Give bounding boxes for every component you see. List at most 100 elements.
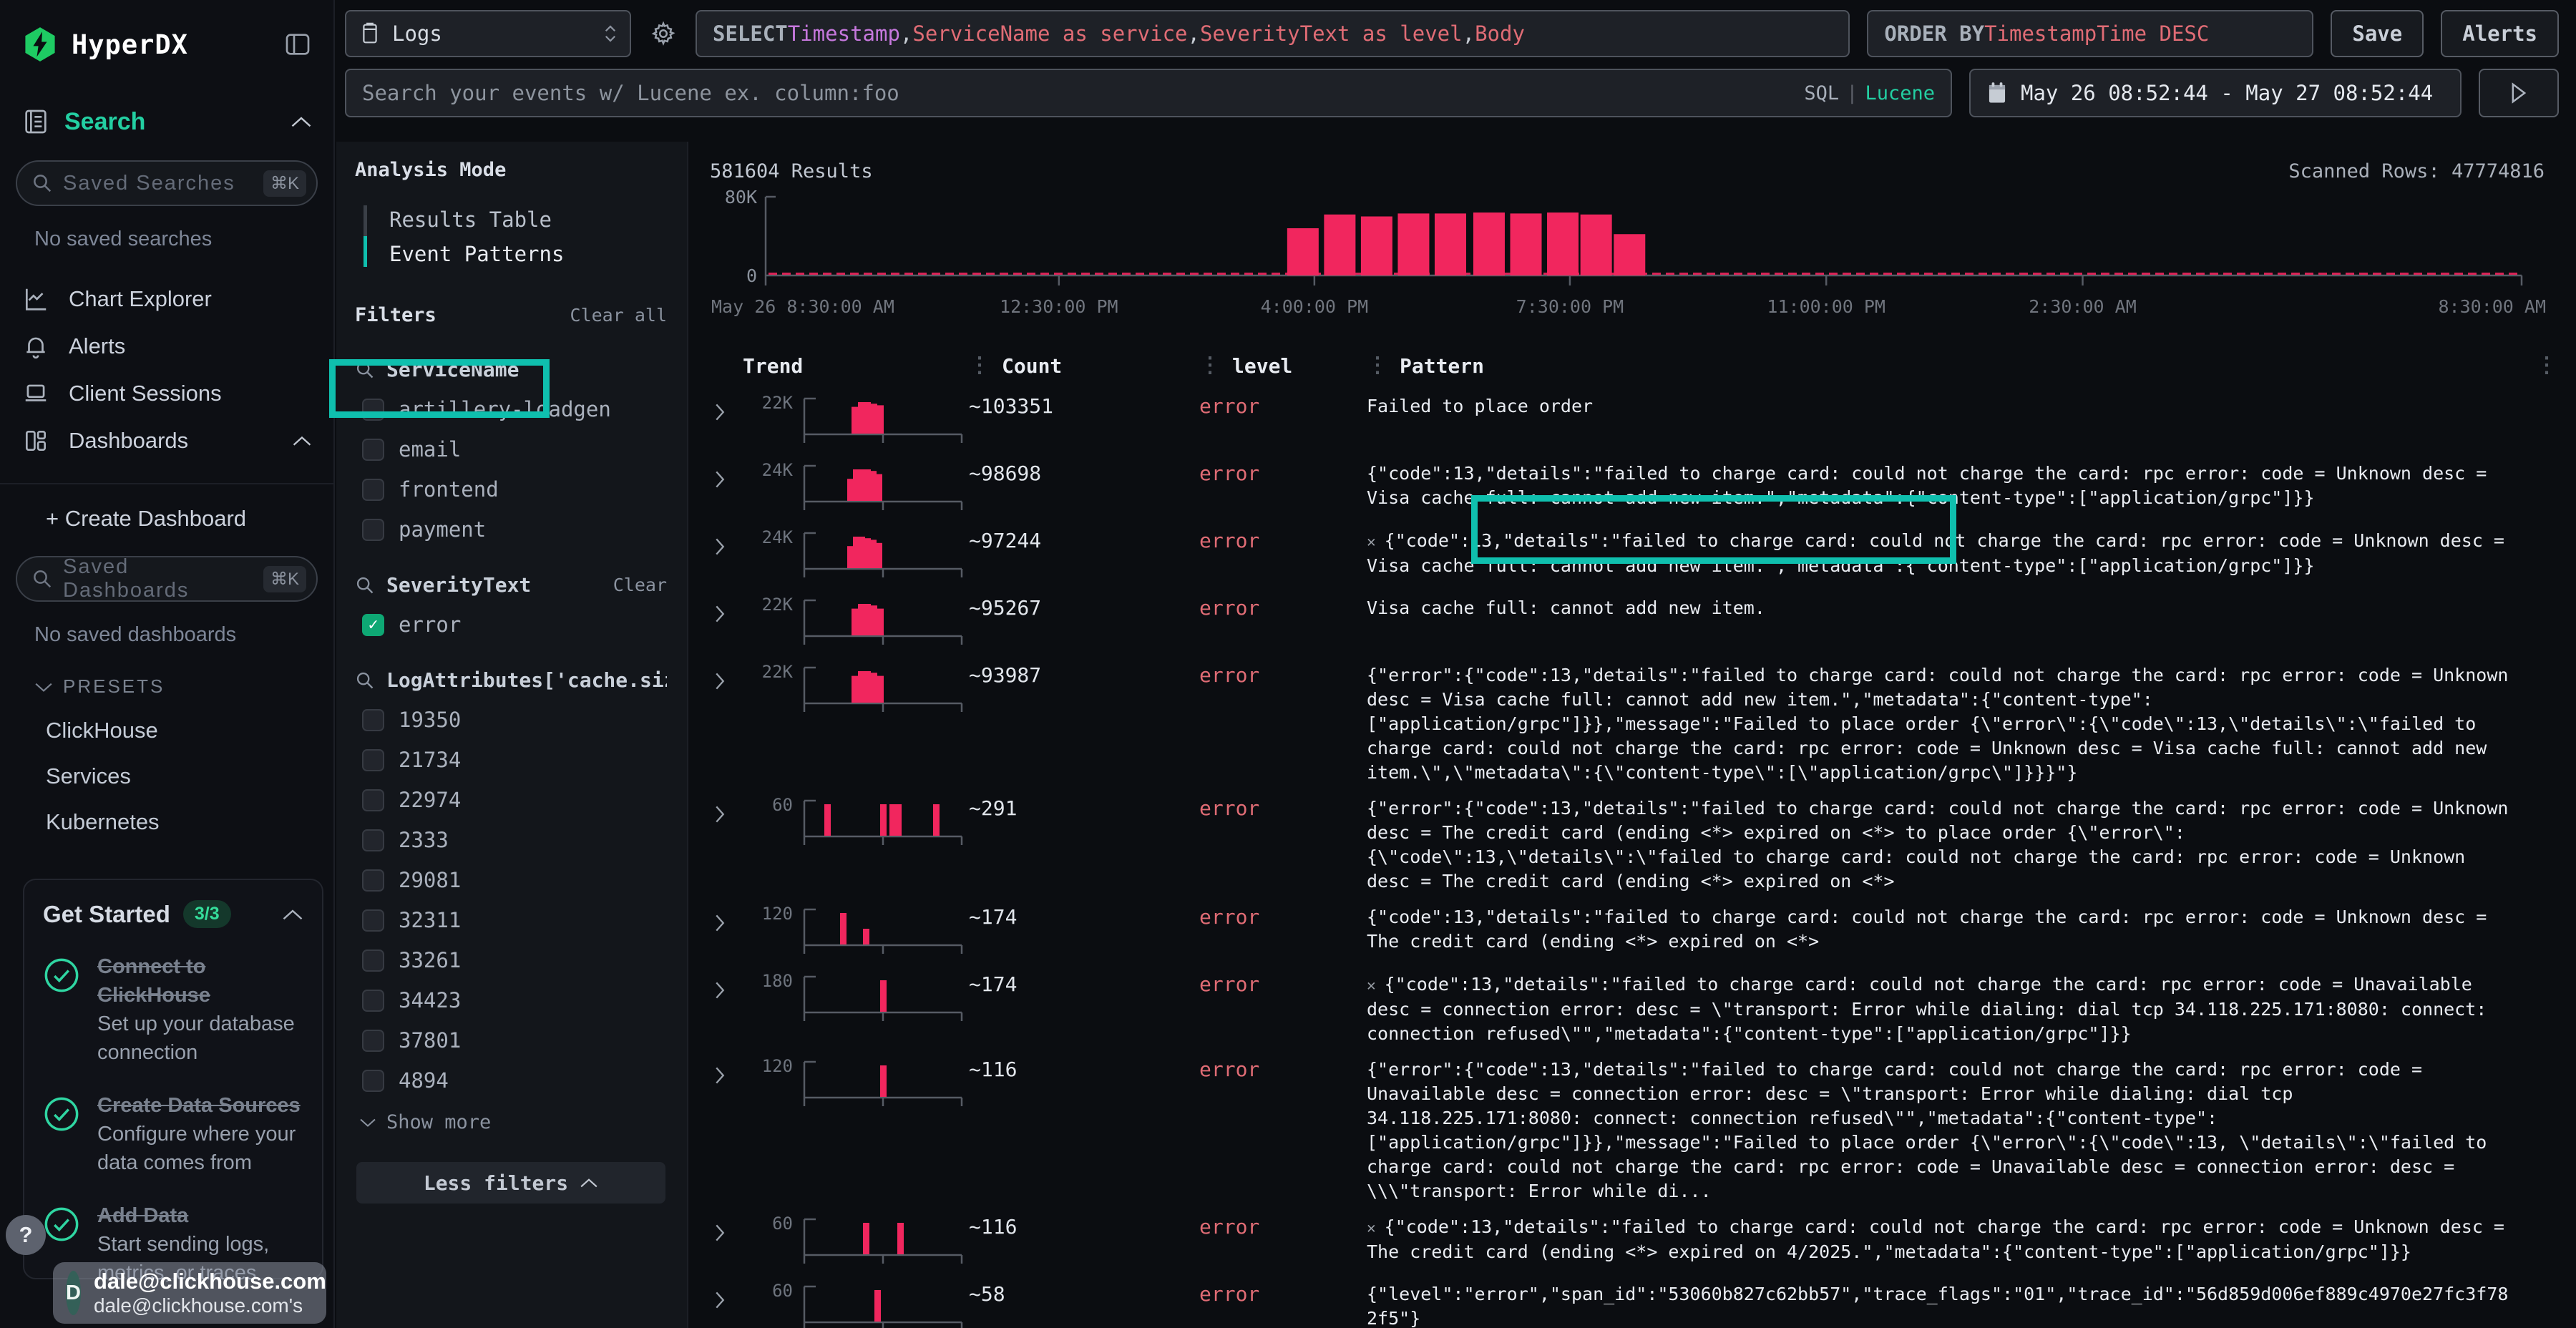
results-histogram[interactable]: 80K0May 26 8:30:00 AM12:30:00 PM4:00:00 …: [710, 187, 2569, 327]
drag-handle-icon[interactable]: ⋮: [969, 358, 990, 373]
checkbox[interactable]: [362, 869, 384, 892]
expand-chevron-icon[interactable]: [710, 904, 743, 932]
checkbox[interactable]: [362, 519, 384, 541]
pattern-row[interactable]: 60~291error{"error":{"code":13,"details"…: [710, 795, 2569, 894]
filter-option-21734[interactable]: 21734: [362, 748, 667, 772]
query-language-toggle[interactable]: SQL|Lucene: [1804, 82, 1935, 104]
order-by-input[interactable]: ORDER BY TimestampTime DESC: [1867, 10, 2313, 57]
pattern-row[interactable]: 60~116error✕{"code":13,"details":"failed…: [710, 1214, 2569, 1271]
dismiss-x-icon[interactable]: ✕: [1367, 1219, 1376, 1236]
checkbox[interactable]: [362, 829, 384, 851]
alerts-button[interactable]: Alerts: [2441, 10, 2559, 57]
filter-option-frontend[interactable]: frontend: [362, 477, 667, 502]
expand-chevron-icon[interactable]: [710, 393, 743, 421]
filter-clear-button[interactable]: Clear: [613, 575, 667, 595]
column-header-level[interactable]: ⋮level: [1199, 354, 1367, 378]
select-clause-input[interactable]: SELECT Timestamp, ServiceName as service…: [696, 10, 1850, 57]
pattern-row[interactable]: 24K~98698error{"code":13,"details":"fail…: [710, 460, 2569, 517]
pattern-cell[interactable]: {"code":13,"details":"failed to charge c…: [1367, 904, 2536, 954]
pattern-row[interactable]: 180~174error✕{"code":13,"details":"faile…: [710, 971, 2569, 1046]
less-filters-button[interactable]: Less filters: [356, 1162, 665, 1204]
get-started-step[interactable]: Connect to ClickHouse Set up your databa…: [43, 952, 303, 1067]
pattern-cell[interactable]: ✕{"code":13,"details":"failed to charge …: [1367, 971, 2536, 1046]
pattern-cell[interactable]: {"code":13,"details":"failed to charge c…: [1367, 460, 2536, 510]
search-icon[interactable]: [355, 360, 375, 380]
saved-dashboards-input[interactable]: Saved Dashboards ⌘K: [16, 556, 318, 602]
expand-chevron-icon[interactable]: [710, 1281, 743, 1309]
save-button[interactable]: Save: [2331, 10, 2424, 57]
table-options[interactable]: ⋮: [2536, 358, 2569, 373]
checkbox[interactable]: [362, 709, 384, 731]
pattern-row[interactable]: 22K~103351errorFailed to place order: [710, 393, 2569, 450]
sidebar-item-services[interactable]: Services: [46, 763, 312, 789]
sidebar-item-alerts[interactable]: Alerts: [21, 323, 312, 370]
filter-option-artillery-loadgen[interactable]: artillery-loadgen: [362, 397, 667, 421]
filter-option-29081[interactable]: 29081: [362, 868, 667, 892]
pattern-cell[interactable]: Visa cache full: cannot add new item.: [1367, 595, 2536, 620]
filter-option-2333[interactable]: 2333: [362, 828, 667, 852]
source-select[interactable]: Logs: [345, 10, 631, 57]
checkbox[interactable]: [362, 479, 384, 501]
sidebar-item-client-sessions[interactable]: Client Sessions: [21, 370, 312, 417]
pattern-cell[interactable]: ✕{"code":13,"details":"failed to charge …: [1367, 527, 2536, 578]
expand-chevron-icon[interactable]: [710, 1214, 743, 1242]
filter-option-34423[interactable]: 34423: [362, 988, 667, 1012]
presets-toggle[interactable]: PRESETS: [34, 675, 312, 698]
checkbox[interactable]: [362, 909, 384, 932]
expand-chevron-icon[interactable]: [710, 662, 743, 690]
pattern-row[interactable]: 120~116error{"error":{"code":13,"details…: [710, 1056, 2569, 1204]
sidebar-item-clickhouse[interactable]: ClickHouse: [46, 718, 312, 743]
expand-chevron-icon[interactable]: [710, 795, 743, 824]
expand-chevron-icon[interactable]: [710, 971, 743, 1000]
filter-option-32311[interactable]: 32311: [362, 908, 667, 932]
filter-option-22974[interactable]: 22974: [362, 788, 667, 812]
checkbox[interactable]: [362, 1070, 384, 1092]
checkbox[interactable]: [362, 399, 384, 421]
checkbox[interactable]: ✓: [362, 614, 384, 636]
kebab-menu-icon[interactable]: ⋮: [2536, 358, 2557, 373]
source-settings-gear-icon[interactable]: [648, 10, 678, 57]
pattern-row[interactable]: 22K~93987error{"error":{"code":13,"detai…: [710, 662, 2569, 785]
chevron-up-icon[interactable]: [282, 908, 303, 921]
checkbox[interactable]: [362, 439, 384, 461]
expand-chevron-icon[interactable]: [710, 527, 743, 556]
pattern-cell[interactable]: {"error":{"code":13,"details":"failed to…: [1367, 662, 2536, 785]
chevron-up-icon[interactable]: [291, 115, 312, 128]
user-menu[interactable]: D dale@clickhouse.com dale@clickhouse.co…: [53, 1262, 326, 1324]
filter-option-37801[interactable]: 37801: [362, 1028, 667, 1053]
run-query-button[interactable]: [2479, 69, 2559, 117]
sidebar-item-kubernetes[interactable]: Kubernetes: [46, 809, 312, 835]
sidebar-item-chart-explorer[interactable]: Chart Explorer: [21, 275, 312, 323]
pattern-row[interactable]: 24K~97244error✕{"code":13,"details":"fai…: [710, 527, 2569, 585]
sql-toggle[interactable]: SQL: [1804, 82, 1839, 104]
pattern-cell[interactable]: {"error":{"code":13,"details":"failed to…: [1367, 795, 2536, 894]
drag-handle-icon[interactable]: ⋮: [1367, 358, 1388, 373]
search-icon[interactable]: [355, 575, 375, 595]
pattern-cell[interactable]: ✕{"code":13,"details":"failed to charge …: [1367, 1214, 2536, 1264]
dismiss-x-icon[interactable]: ✕: [1367, 977, 1376, 994]
create-dashboard-button[interactable]: + Create Dashboard: [46, 506, 312, 532]
lucene-toggle[interactable]: Lucene: [1865, 82, 1935, 104]
filter-option-19350[interactable]: 19350: [362, 708, 667, 732]
help-button[interactable]: ?: [6, 1215, 46, 1255]
checkbox[interactable]: [362, 789, 384, 811]
expand-chevron-icon[interactable]: [710, 1056, 743, 1085]
checkbox[interactable]: [362, 749, 384, 771]
pattern-row[interactable]: 60~58error{"level":"error","span_id":"53…: [710, 1281, 2569, 1328]
dismiss-x-icon[interactable]: ✕: [1367, 533, 1376, 550]
pattern-cell[interactable]: {"level":"error","span_id":"53060b827c62…: [1367, 1281, 2536, 1328]
drag-handle-icon[interactable]: ⋮: [1199, 358, 1221, 373]
filter-option-email[interactable]: email: [362, 437, 667, 462]
filter-option-33261[interactable]: 33261: [362, 948, 667, 972]
show-more-button[interactable]: Show more: [359, 1111, 667, 1133]
sidebar-item-dashboards[interactable]: Dashboards: [21, 417, 312, 464]
checkbox[interactable]: [362, 949, 384, 972]
pattern-row[interactable]: 22K~95267errorVisa cache full: cannot ad…: [710, 595, 2569, 652]
checkbox[interactable]: [362, 1030, 384, 1052]
mode-results-table[interactable]: Results Table: [364, 202, 667, 237]
date-range-picker[interactable]: May 26 08:52:44 - May 27 08:52:44: [1969, 69, 2462, 117]
filter-option-payment[interactable]: payment: [362, 517, 667, 542]
filter-option-4894[interactable]: 4894: [362, 1068, 667, 1093]
expand-chevron-icon[interactable]: [710, 595, 743, 623]
pattern-cell[interactable]: Failed to place order: [1367, 393, 2536, 419]
